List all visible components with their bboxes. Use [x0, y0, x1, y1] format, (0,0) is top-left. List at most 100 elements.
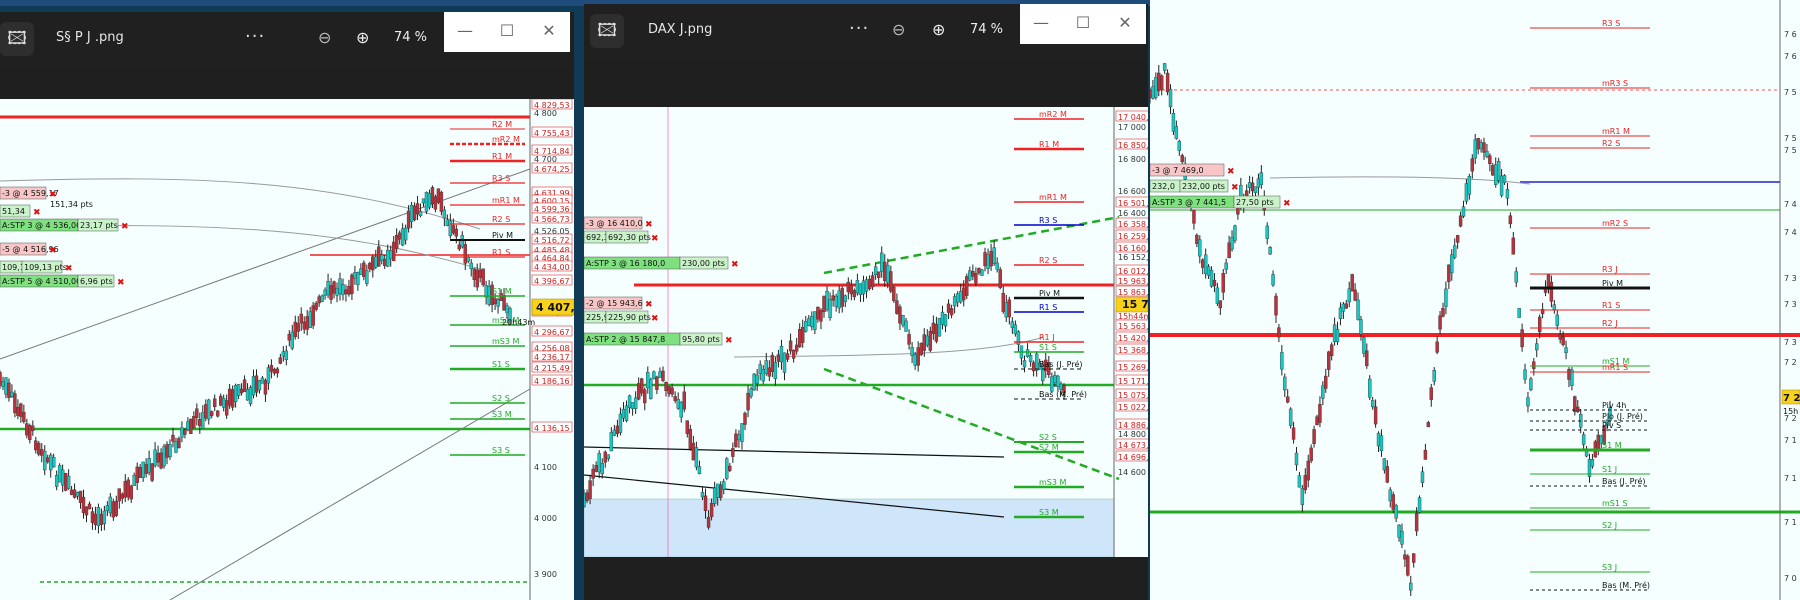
- third-candle: [1576, 406, 1580, 413]
- third-candle: [1535, 343, 1539, 351]
- more-options-button[interactable]: ···: [849, 18, 869, 39]
- third-candle: [1324, 375, 1328, 389]
- sp-candle: [16, 406, 20, 416]
- sp-candle: [478, 269, 482, 278]
- gallery-icon[interactable]: 🖾: [590, 14, 624, 48]
- order-close-icon: ✖: [651, 234, 659, 244]
- zoom-level[interactable]: 74 %: [394, 30, 427, 45]
- third-candle: [1370, 400, 1375, 408]
- sp-candle: [278, 357, 283, 364]
- sp-candle: [308, 311, 312, 328]
- sp-candle: [37, 442, 41, 455]
- price-axis-label: 16 358,4: [1118, 220, 1148, 229]
- pivot-level-label: S1 S: [1039, 343, 1057, 352]
- third-candle: [1206, 266, 1211, 276]
- price-axis-label: 7 5: [1784, 146, 1797, 155]
- zoom-level[interactable]: 74 %: [970, 22, 1003, 37]
- price-axis-label: 4 516,72: [534, 236, 570, 245]
- price-axis-label: 4 215,49: [534, 364, 570, 373]
- price-axis-label: 7 6: [1784, 52, 1797, 61]
- sp-candle: [60, 469, 65, 486]
- sp-candle: [135, 466, 139, 483]
- third-candle: [1283, 376, 1287, 391]
- third-candle: [1318, 404, 1322, 423]
- image-viewer-window-dax[interactable]: 🖾 DAX J.png ··· ⊖ ⊕ 74 % — ☐ ✕ mR2 M R1 M…: [584, 4, 1148, 600]
- pivot-level-label: Bas (M. Pré): [1039, 389, 1087, 399]
- sp-candle: [329, 285, 333, 300]
- dax-candle: [852, 290, 857, 298]
- third-candle: [1485, 150, 1489, 157]
- dax-candle: [1010, 321, 1015, 328]
- dax-candle: [794, 344, 799, 352]
- dax-candle: [980, 269, 984, 276]
- sp-candle: [186, 421, 190, 430]
- third-candle: [1549, 281, 1554, 302]
- pivot-level-label: S1 S: [492, 360, 510, 369]
- third-candle: [1280, 352, 1284, 370]
- close-button[interactable]: ✕: [1104, 4, 1146, 44]
- dax-candle: [673, 396, 677, 401]
- maximize-button[interactable]: ☐: [486, 12, 528, 52]
- third-candle: [1271, 274, 1275, 286]
- pivot-level-label: S3 S: [492, 446, 510, 455]
- close-button[interactable]: ✕: [528, 12, 570, 52]
- price-axis-label: 16 600: [1118, 187, 1146, 196]
- third-candle: [1420, 471, 1425, 483]
- dax-candle: [636, 383, 641, 400]
- sp-candle: [129, 485, 133, 500]
- dax-candle: [715, 483, 720, 498]
- sp-candle: [260, 377, 265, 384]
- maximize-button[interactable]: ☐: [1062, 4, 1104, 44]
- bar-timer: 15h: [1783, 407, 1798, 416]
- minimize-button[interactable]: —: [444, 12, 486, 52]
- zoom-out-icon[interactable]: ⊖: [318, 28, 331, 47]
- price-axis-label: 7 3: [1784, 274, 1797, 283]
- sp-candle: [219, 395, 223, 406]
- sp-candle: [406, 210, 411, 229]
- more-options-button[interactable]: ···: [245, 26, 265, 47]
- pivot-level-label: R2 S: [492, 215, 510, 224]
- price-axis-label: 4 566,73: [534, 215, 570, 224]
- pivot-level-label: Piv M: [1602, 279, 1623, 288]
- pivot-level-label: mR2 M: [1039, 110, 1067, 119]
- third-candle: [1203, 254, 1208, 274]
- pivot-level-label: mR1 M: [1602, 127, 1630, 136]
- third-candle: [1438, 315, 1442, 330]
- sp-candle: [400, 228, 405, 246]
- title-bar[interactable]: 🖾 S§ P J .png ··· ⊖ ⊕ 74 % — ☐ ✕: [0, 12, 574, 68]
- price-axis-label: 16 400: [1118, 209, 1146, 218]
- title-bar[interactable]: 🖾 DAX J.png ··· ⊖ ⊕ 74 % — ☐ ✕: [584, 4, 1148, 60]
- image-viewer-window-third[interactable]: R3 S mR3 S mR1 M R2 S mR2 S R3 J Piv M R1 S R2 J…: [1150, 0, 1800, 600]
- order-close-icon: ✖: [1227, 167, 1235, 177]
- image-viewer-window-sp[interactable]: 🖾 S§ P J .png ··· ⊖ ⊕ 74 % — ☐ ✕ R2 M mR2…: [0, 12, 574, 600]
- dax-chart: mR2 M R1 M mR1 M R3 S R2 S Piv M R1 S R1 JS1 S B…: [584, 107, 1148, 557]
- third-candle: [1552, 304, 1557, 310]
- dax-candle: [594, 465, 598, 472]
- third-candle: [1496, 160, 1501, 181]
- order-tag-text: 95,80 pts: [682, 335, 720, 344]
- gallery-icon[interactable]: 🖾: [0, 22, 34, 56]
- dax-candle: [585, 492, 589, 501]
- third-candle: [1365, 350, 1369, 367]
- price-axis-label: 14 886,2: [1118, 421, 1148, 430]
- dax-candle: [1025, 349, 1030, 357]
- dax-candle: [1056, 375, 1060, 387]
- sp-candle: [481, 268, 485, 286]
- order-tag-text: 232,0: [1152, 182, 1175, 191]
- dax-candle: [974, 273, 978, 284]
- dax-candle: [722, 481, 726, 490]
- zoom-in-icon[interactable]: ⊕: [932, 20, 945, 39]
- sp-candle: [299, 313, 303, 324]
- order-close-icon: ✖: [645, 300, 653, 310]
- third-candle: [1288, 408, 1293, 426]
- third-candle: [1233, 225, 1237, 241]
- sp-candle: [213, 398, 217, 408]
- dax-candle: [934, 323, 939, 342]
- zoom-out-icon[interactable]: ⊖: [892, 20, 905, 39]
- sp-candle: [117, 488, 121, 502]
- minimize-button[interactable]: —: [1020, 4, 1062, 44]
- zoom-in-icon[interactable]: ⊕: [356, 28, 369, 47]
- sp-candle: [311, 305, 315, 326]
- dax-candle: [977, 267, 981, 274]
- sp-candle: [454, 228, 459, 237]
